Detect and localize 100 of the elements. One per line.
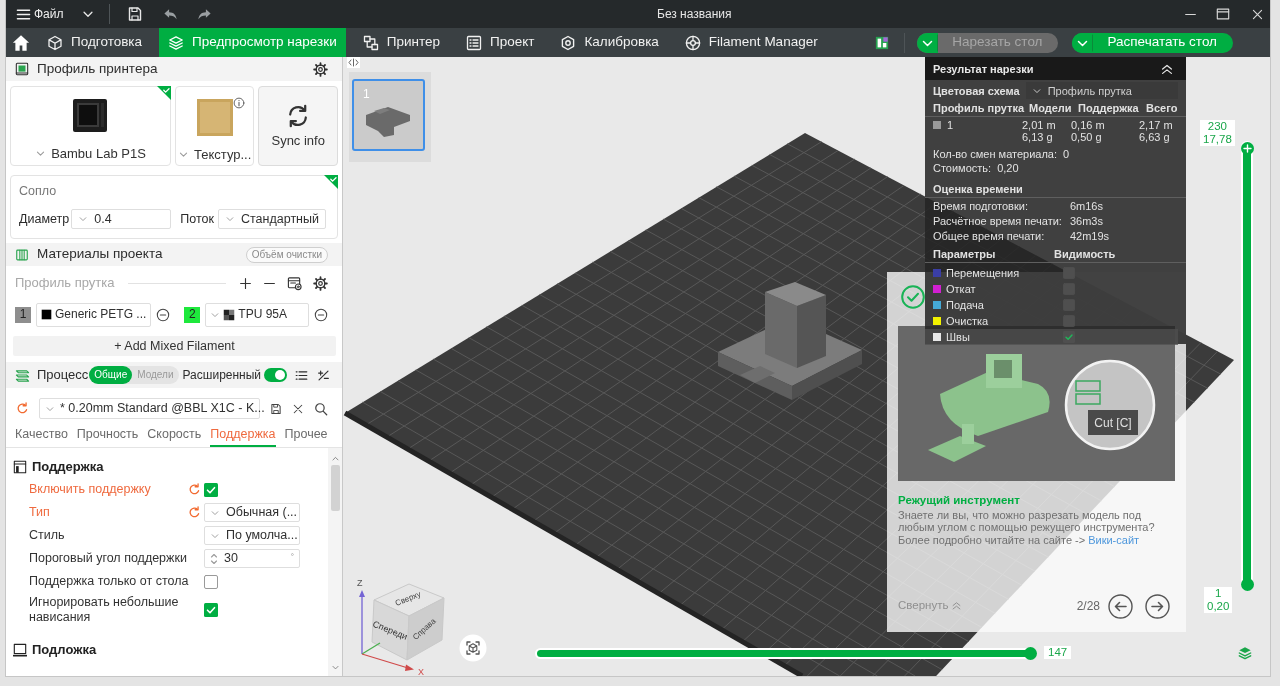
color-scheme-dropdown[interactable]: Профиль прутка — [1025, 82, 1178, 99]
plate-type-selector[interactable]: Текстур... — [174, 86, 255, 166]
fit-view-icon[interactable] — [459, 634, 487, 662]
panel-toggle-icon[interactable] — [347, 57, 360, 68]
list-icon — [465, 34, 482, 51]
column-header: Параметры — [933, 247, 997, 261]
z-axis — [359, 590, 365, 655]
sync-info-button[interactable]: Sync info — [258, 86, 338, 166]
info-icon[interactable] — [233, 97, 246, 109]
setting-label: Стиль — [29, 528, 66, 543]
setting-dropdown[interactable]: Обычная (... — [204, 503, 300, 522]
flow-dropdown[interactable]: Стандартный — [218, 209, 326, 229]
filament-number[interactable]: 2 — [184, 306, 201, 323]
scroll-up-icon[interactable] — [330, 454, 340, 463]
minus-circle-icon[interactable] — [314, 307, 329, 322]
home-icon[interactable] — [12, 33, 30, 52]
add-mixed-filament-button[interactable]: + Add Mixed Filament — [13, 336, 336, 356]
legend-label: Откат — [946, 282, 977, 296]
printer-selector[interactable]: Bambu Lab P1S — [10, 86, 171, 166]
reset-icon[interactable] — [188, 506, 201, 519]
nav-tab[interactable]: Принтер — [353, 28, 449, 57]
setting-checkbox[interactable] — [204, 574, 218, 589]
tip-link-line: Более подробно читайте на сайте -> Вики-сайт — [898, 533, 1141, 546]
panel-settings-icon[interactable] — [287, 275, 302, 291]
move-handle[interactable] — [1024, 647, 1037, 660]
printed-model[interactable] — [718, 282, 862, 400]
search-icon[interactable] — [314, 401, 328, 416]
legend-row[interactable]: Швы — [925, 329, 1178, 345]
filament-number[interactable]: 1 — [15, 306, 31, 323]
layout-icon[interactable] — [875, 35, 890, 50]
advanced-switch[interactable] — [264, 368, 288, 382]
visibility-checkbox[interactable] — [1063, 331, 1075, 343]
table-cell-text: 0,16 m — [1071, 119, 1106, 131]
column-header: Поддержка — [1078, 101, 1140, 115]
time-label: Время подготовки: — [933, 199, 1029, 214]
diameter-dropdown[interactable]: 0.4 — [71, 209, 172, 229]
peg-drawing — [928, 424, 986, 462]
settings-tab[interactable]: Качество — [15, 427, 68, 447]
visibility-checkbox[interactable] — [1063, 267, 1075, 279]
group-title: Поддержка — [32, 459, 104, 475]
nav-tab[interactable]: Проект — [456, 28, 544, 57]
scroll-thumb[interactable] — [330, 465, 340, 511]
purge-volume-button[interactable]: Объём очистки — [245, 246, 328, 263]
file-menu-button[interactable]: Файл — [16, 4, 64, 24]
layers-icon[interactable] — [1238, 646, 1252, 660]
nut-icon — [560, 34, 577, 51]
layer-slider-track[interactable] — [1241, 141, 1253, 591]
table-cell-text: 0,50 g — [1071, 131, 1103, 143]
minus-circle-icon[interactable] — [156, 307, 171, 322]
close-icon[interactable] — [1251, 7, 1264, 21]
close-icon[interactable] — [292, 402, 304, 415]
angle-field[interactable]: 30 ° — [204, 549, 300, 568]
field-label: Поток — [180, 211, 214, 227]
lower-handle[interactable] — [1240, 578, 1254, 591]
reset-icon[interactable] — [188, 483, 201, 496]
nav-tab[interactable]: Калибровка — [551, 28, 668, 57]
axis-label: Z — [357, 578, 363, 588]
settings-icon[interactable] — [313, 61, 328, 77]
panel-title: Результат нарезки — [933, 61, 1034, 76]
reset-icon[interactable] — [16, 402, 29, 415]
nav-tab[interactable]: Подготовка — [38, 28, 152, 57]
summary-value: 0 — [1063, 147, 1070, 161]
plate-picture — [196, 99, 233, 136]
settings-icon[interactable] — [313, 275, 328, 291]
maximize-icon[interactable] — [1216, 7, 1230, 21]
save-icon[interactable] — [126, 6, 143, 22]
setting-dropdown[interactable]: По умолча... — [204, 526, 300, 545]
support-icon — [13, 460, 27, 474]
setting-checkbox[interactable] — [204, 602, 218, 617]
arrow-right-icon[interactable] — [1145, 593, 1170, 619]
filament-dropdown[interactable]: Generic PETG ... — [36, 302, 152, 327]
arrow-left-icon[interactable] — [1108, 593, 1133, 619]
view-cube[interactable] — [371, 583, 445, 661]
plus-icon — [1242, 144, 1252, 153]
filament-dropdown[interactable]: TPU 95A — [205, 302, 310, 327]
save-icon[interactable] — [270, 402, 282, 415]
setting-checkbox[interactable] — [204, 482, 218, 497]
layers-icon — [15, 367, 30, 383]
legend-label: Швы — [946, 330, 971, 344]
column-header: Всего — [1146, 101, 1178, 115]
section-title: Процесс — [37, 367, 89, 383]
plus-minus-icon[interactable] — [317, 368, 331, 382]
settings-tab[interactable]: Скорость — [147, 427, 202, 447]
table-cell-text: 6,63 g — [1139, 131, 1171, 143]
upper-handle[interactable] — [1240, 142, 1254, 155]
visibility-checkbox[interactable] — [1063, 315, 1075, 327]
list-icon[interactable] — [295, 368, 309, 382]
layer-number: 230 — [1206, 120, 1228, 133]
scrollbar-track[interactable] — [328, 448, 342, 676]
cut-tooltip: Cut [C] — [1088, 410, 1138, 435]
settings-tab[interactable]: Прочее — [284, 427, 328, 447]
setting-label: Включить поддержку — [29, 482, 152, 497]
chevron-down-icon[interactable] — [1072, 32, 1094, 53]
nav-tab[interactable]: Filament Manager — [675, 28, 827, 57]
section-title: Профиль принтера — [37, 60, 158, 78]
printer-panel-icon — [15, 62, 29, 76]
x-axis — [361, 653, 414, 671]
add-icon[interactable] — [239, 276, 252, 290]
settings-tab[interactable]: Прочность — [76, 427, 139, 447]
table-cell-text: 2,01 m — [1022, 119, 1057, 131]
